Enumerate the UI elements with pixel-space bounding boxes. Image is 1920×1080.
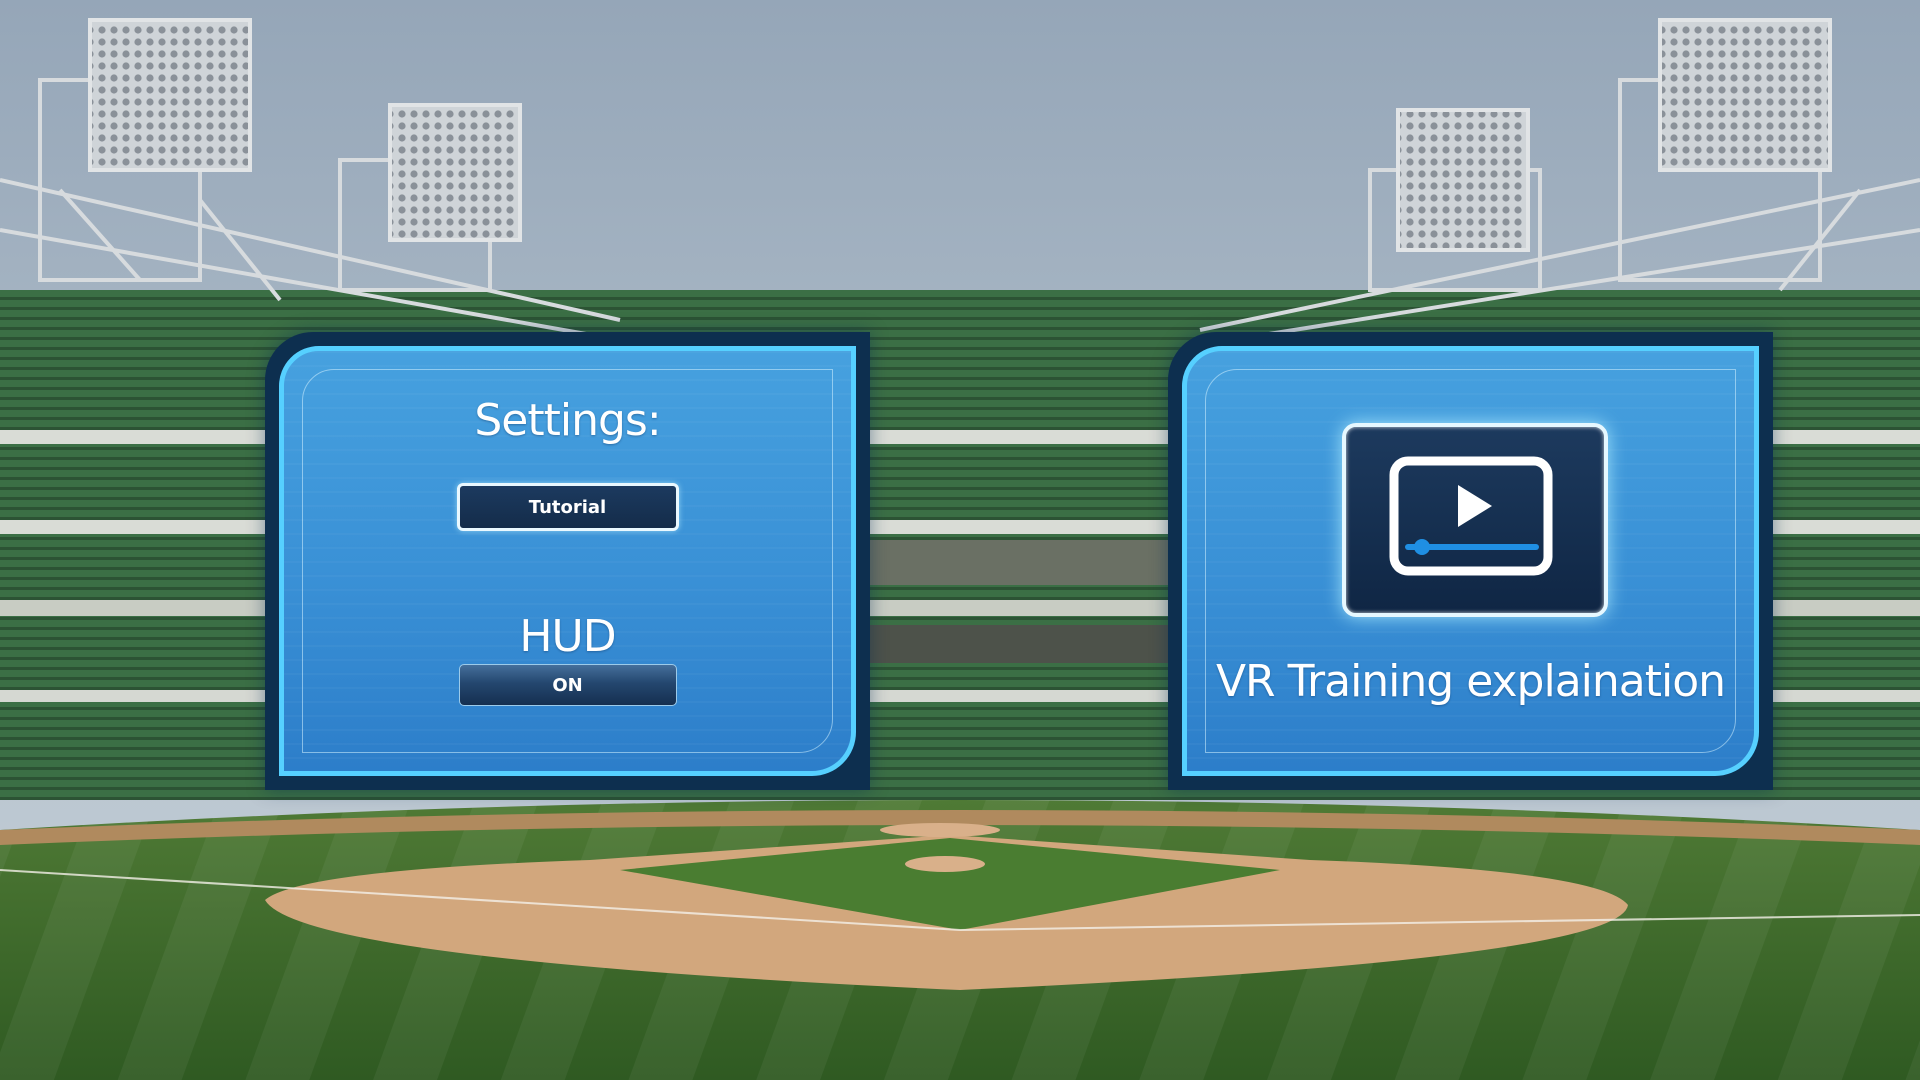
video-tutorial-button[interactable]: [1342, 423, 1608, 617]
hud-label: HUD: [519, 611, 616, 662]
video-panel: VR Training explaination: [1168, 332, 1773, 790]
settings-title: Settings:: [474, 395, 661, 446]
settings-panel: Settings: Tutorial HUD ON: [265, 332, 870, 790]
video-caption: VR Training explaination: [1215, 656, 1726, 707]
video-panel-body: VR Training explaination: [1182, 346, 1759, 776]
play-video-icon: [1389, 456, 1553, 576]
settings-panel-body: Settings: Tutorial HUD ON: [279, 346, 856, 776]
hud-toggle-button[interactable]: ON: [458, 664, 677, 706]
tutorial-button[interactable]: Tutorial: [456, 483, 679, 531]
